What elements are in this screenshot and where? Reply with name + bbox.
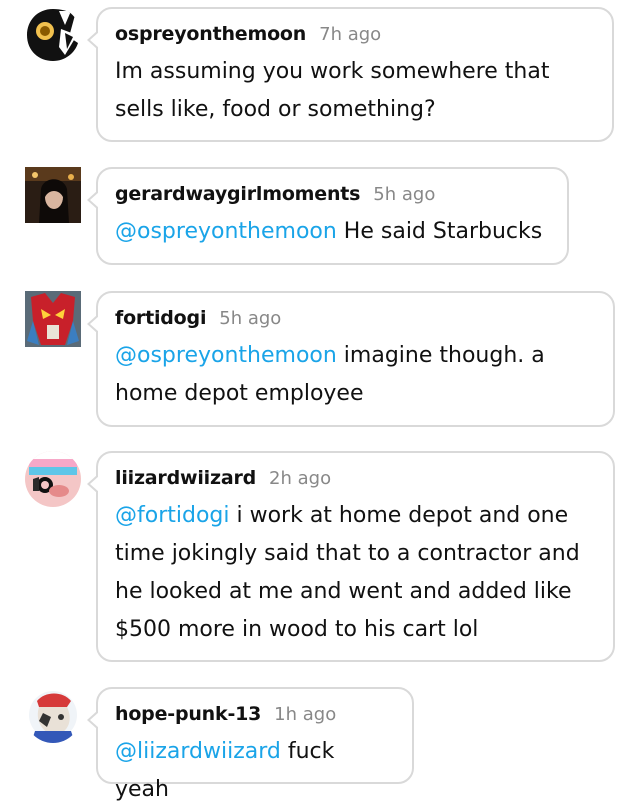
username-link[interactable]: ospreyonthemoon xyxy=(115,23,306,45)
comment-meta: gerardwaygirlmoments 5h ago xyxy=(115,183,550,205)
avatar[interactable] xyxy=(25,7,81,63)
timestamp: 5h ago xyxy=(219,308,282,329)
avatar[interactable] xyxy=(25,167,81,223)
mention-link[interactable]: @ospreyonthemoon xyxy=(115,219,337,244)
comment-bubble: gerardwaygirlmoments 5h ago @ospreyonthe… xyxy=(87,167,569,265)
username-link[interactable]: gerardwaygirlmoments xyxy=(115,183,360,205)
comment-text: @ospreyonthemoon imagine though. a home … xyxy=(115,337,596,413)
comment-meta: ospreyonthemoon 7h ago xyxy=(115,23,595,45)
timestamp: 2h ago xyxy=(269,468,332,489)
comment-meta: fortidogi 5h ago xyxy=(115,307,596,329)
robot-avatar-icon xyxy=(25,291,81,347)
comment-text: @ospreyonthemoon He said Starbucks xyxy=(115,213,550,251)
character-avatar-icon xyxy=(25,451,81,507)
timestamp: 5h ago xyxy=(373,184,436,205)
comment-thread: ospreyonthemoon 7h ago Im assuming you w… xyxy=(0,0,640,802)
timestamp: 1h ago xyxy=(274,704,337,725)
username-link[interactable]: hope-punk-13 xyxy=(115,703,261,725)
comment-meta: liizardwiizard 2h ago xyxy=(115,467,596,489)
comment-text: Im assuming you work somewhere that sell… xyxy=(115,59,550,122)
comment-bubble: liizardwiizard 2h ago @fortidogi i work … xyxy=(87,451,615,662)
comment-text: @fortidogi i work at home depot and one … xyxy=(115,497,596,649)
photo-avatar-icon xyxy=(25,167,81,223)
mention-link[interactable]: @fortidogi xyxy=(115,503,230,528)
avatar[interactable] xyxy=(25,687,81,743)
username-link[interactable]: liizardwiizard xyxy=(115,467,256,489)
bird-avatar-icon xyxy=(25,7,81,63)
avatar[interactable] xyxy=(25,451,81,507)
comment-text: @liizardwiizard fuck yeah xyxy=(115,733,395,809)
comment-bubble: ospreyonthemoon 7h ago Im assuming you w… xyxy=(87,7,614,142)
drawing-avatar-icon xyxy=(25,687,81,743)
timestamp: 7h ago xyxy=(319,24,382,45)
mention-link[interactable]: @ospreyonthemoon xyxy=(115,343,337,368)
comment-bubble: fortidogi 5h ago @ospreyonthemoon imagin… xyxy=(87,291,615,427)
comment-meta: hope-punk-13 1h ago xyxy=(115,703,395,725)
comment-bubble: hope-punk-13 1h ago @liizardwiizard fuck… xyxy=(87,687,414,802)
username-link[interactable]: fortidogi xyxy=(115,307,206,329)
comment-body: He said Starbucks xyxy=(336,219,543,244)
mention-link[interactable]: @liizardwiizard xyxy=(115,739,281,764)
avatar[interactable] xyxy=(25,291,81,347)
